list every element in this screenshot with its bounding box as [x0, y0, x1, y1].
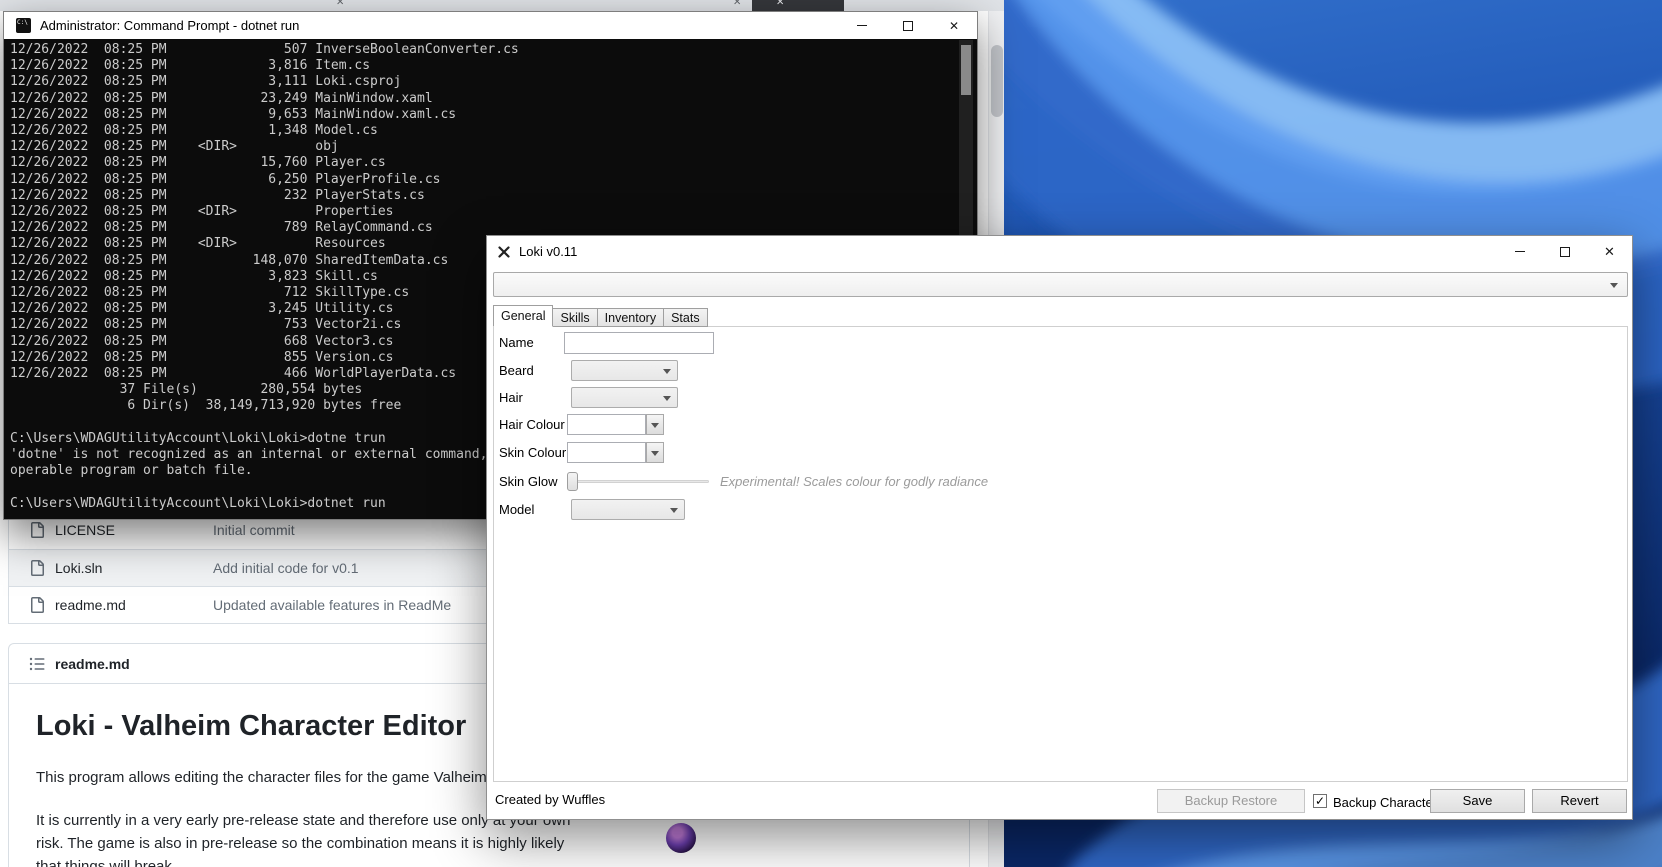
browser-scrollbar-thumb[interactable] [991, 45, 1003, 117]
loki-title-bar[interactable]: Loki v0.11 ✕ [487, 236, 1632, 267]
chevron-down-icon [1610, 283, 1618, 288]
maximize-button[interactable] [1542, 236, 1587, 267]
skin-glow-label: Skin Glow [499, 474, 558, 489]
name-input[interactable] [564, 332, 714, 354]
hair-label: Hair [499, 390, 523, 405]
commit-message-link[interactable]: Updated available features in ReadMe [213, 597, 451, 613]
credit-text: Created by Wuffles [495, 792, 606, 807]
minimize-button[interactable] [839, 12, 885, 39]
loki-window: Loki v0.11 ✕ General Skills Inventory St… [486, 235, 1633, 820]
file-name-link[interactable]: LICENSE [55, 522, 115, 538]
close-button[interactable]: ✕ [1587, 236, 1632, 267]
tab-general[interactable]: General [493, 305, 554, 327]
file-icon [31, 522, 44, 538]
backup-character-label: Backup Character [1333, 795, 1438, 810]
file-icon [31, 560, 44, 576]
tab-stats[interactable]: Stats [663, 308, 708, 327]
tab-inventory[interactable]: Inventory [596, 308, 665, 327]
cmd-window-title: Administrator: Command Prompt - dotnet r… [40, 18, 300, 33]
minimize-button[interactable] [1497, 236, 1542, 267]
beard-dropdown[interactable] [571, 360, 678, 381]
minimize-icon [1514, 251, 1525, 252]
skin-colour-label: Skin Colour [499, 445, 567, 460]
hair-colour-dropdown-button[interactable] [646, 414, 664, 435]
file-name-link[interactable]: Loki.sln [55, 560, 102, 576]
chevron-down-icon [651, 451, 659, 456]
hair-dropdown[interactable] [571, 387, 678, 408]
revert-button[interactable]: Revert [1532, 789, 1627, 813]
maximize-icon [1559, 246, 1570, 257]
tab-close-icon[interactable]: ✕ [776, 0, 784, 8]
close-icon: ✕ [948, 18, 960, 33]
commit-message-link[interactable]: Add initial code for v0.1 [213, 560, 359, 576]
save-button[interactable]: Save [1430, 789, 1525, 813]
tab-skills[interactable]: Skills [552, 308, 598, 327]
model-label: Model [499, 502, 535, 517]
maximize-icon [903, 20, 913, 31]
skin-colour-dropdown-button[interactable] [646, 442, 664, 463]
browser-tab-strip[interactable]: ✕ ✕ ✕ [0, 0, 1004, 11]
backup-character-checkbox[interactable]: ✓ [1313, 794, 1327, 808]
browser-tab-active[interactable]: ✕ [752, 0, 844, 11]
user-avatar[interactable] [666, 823, 696, 853]
skin-glow-hint: Experimental! Scales colour for godly ra… [720, 474, 989, 489]
chevron-down-icon [663, 369, 671, 374]
slider-thumb[interactable] [567, 472, 578, 491]
close-button[interactable]: ✕ [931, 12, 977, 39]
chevron-down-icon [663, 396, 671, 401]
skin-colour-field[interactable] [567, 442, 646, 463]
beard-label: Beard [499, 363, 534, 378]
cmd-app-icon: C:\ [16, 18, 31, 33]
chevron-down-icon [670, 508, 678, 513]
list-icon [29, 657, 45, 671]
hair-colour-field[interactable] [567, 414, 646, 435]
character-select-dropdown[interactable] [493, 272, 1628, 297]
file-name-link[interactable]: readme.md [55, 597, 126, 613]
loki-app-icon [498, 245, 510, 258]
tab-close-icon[interactable]: ✕ [733, 0, 741, 8]
backup-restore-button[interactable]: Backup Restore [1157, 789, 1305, 813]
editor-tabs: General Skills Inventory Stats [493, 305, 708, 327]
name-label: Name [499, 335, 534, 350]
commit-message-link[interactable]: Initial commit [213, 522, 295, 538]
tab-close-icon[interactable]: ✕ [336, 0, 344, 8]
chevron-down-icon [651, 423, 659, 428]
loki-window-title: Loki v0.11 [519, 244, 578, 259]
minimize-icon [857, 25, 867, 26]
console-scrollbar-thumb[interactable] [961, 45, 971, 95]
hair-colour-label: Hair Colour [499, 417, 565, 432]
desktop: ✕ ✕ ✕ LICENSE Initial commit Loki.sln Ad… [0, 0, 1662, 867]
model-dropdown[interactable] [571, 499, 685, 520]
close-icon: ✕ [1604, 243, 1615, 259]
maximize-button[interactable] [885, 12, 931, 39]
skin-glow-slider[interactable] [567, 480, 709, 483]
cmd-title-bar[interactable]: C:\ Administrator: Command Prompt - dotn… [4, 12, 977, 39]
file-icon [31, 597, 44, 613]
readme-filename: readme.md [55, 656, 130, 672]
